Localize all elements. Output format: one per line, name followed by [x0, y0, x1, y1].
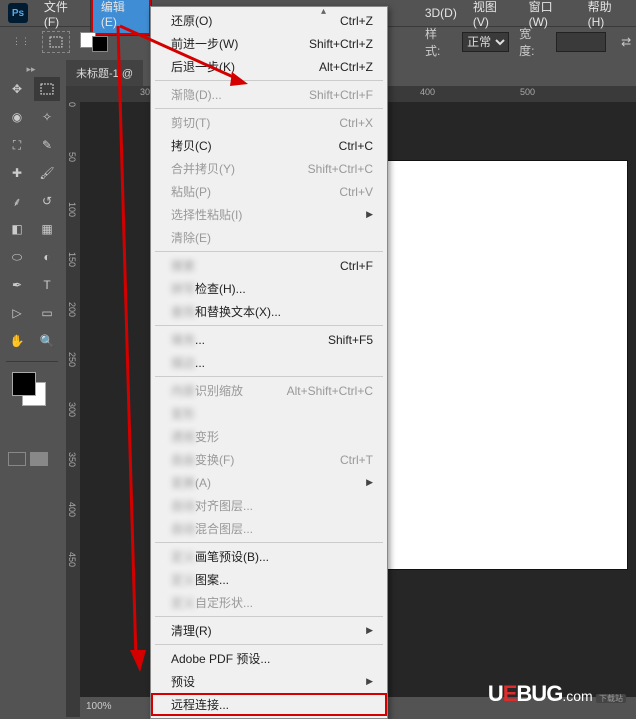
menu-item[interactable]: 定义画笔预设(B)... [151, 545, 387, 568]
menu-file[interactable]: 文件(F) [36, 0, 91, 33]
status-bar: 100% [66, 699, 132, 717]
width-input[interactable] [556, 32, 606, 52]
menu-item: 粘贴(P)Ctrl+V [151, 180, 387, 203]
path-select-tool[interactable]: ▷ [4, 301, 30, 325]
menu-item[interactable]: 定义图案... [151, 568, 387, 591]
menu-item[interactable]: 前进一步(W)Shift+Ctrl+Z [151, 32, 387, 55]
menu-item[interactable]: 拼写检查(H)... [151, 277, 387, 300]
eyedropper-tool[interactable]: ✎ [34, 133, 60, 157]
menu-edit[interactable]: 编辑(E) [91, 0, 151, 35]
style-label: 样式: [425, 25, 452, 59]
zoom-level: 100% [86, 701, 112, 712]
edit-menu-dropdown: ▴ 还原(O)Ctrl+Z前进一步(W)Shift+Ctrl+Z后退一步(K)A… [150, 6, 388, 719]
chevron-right-icon: ▶ [366, 209, 373, 220]
menu-item: 合并拷贝(Y)Shift+Ctrl+C [151, 157, 387, 180]
menu-item: 自动对齐图层... [151, 494, 387, 517]
menu-item[interactable]: 搜索Ctrl+F [151, 254, 387, 277]
hand-tool[interactable]: ✋ [4, 329, 30, 353]
brush-tool[interactable]: 🖌 [34, 161, 60, 185]
stamp-tool[interactable]: ⸙ [4, 189, 30, 213]
menu-item: 定义自定形状... [151, 591, 387, 614]
document-tab[interactable]: 未标题-1 @ [66, 60, 143, 86]
chevron-right-icon: ▶ [366, 625, 373, 636]
gradient-tool[interactable]: ▦ [34, 217, 60, 241]
wand-tool[interactable]: ✧ [34, 105, 60, 129]
watermark: UEBUG.com 下载站 [488, 681, 626, 707]
menu-item[interactable]: 查找和替换文本(X)... [151, 300, 387, 323]
menu-help[interactable]: 帮助(H) [580, 0, 636, 33]
chevron-right-icon: ▶ [366, 477, 373, 488]
move-tool[interactable]: ✥ [4, 77, 30, 101]
menu-item: 自由变换(F)Ctrl+T [151, 448, 387, 471]
pen-tool[interactable]: ✒ [4, 273, 30, 297]
crop-tool[interactable]: ⛶ [4, 133, 30, 157]
dodge-tool[interactable]: ◐ [34, 245, 60, 269]
eraser-tool[interactable]: ◧ [4, 217, 30, 241]
width-label: 宽度: [519, 25, 546, 59]
menu-item[interactable]: Adobe PDF 预设... [151, 647, 387, 670]
marquee-tool-preset[interactable] [42, 31, 70, 53]
menu-item[interactable]: 拷贝(C)Ctrl+C [151, 134, 387, 157]
history-brush-tool[interactable]: ↺ [34, 189, 60, 213]
menu-item[interactable]: 还原(O)Ctrl+Z [151, 9, 387, 32]
menu-item[interactable]: 描边... [151, 351, 387, 374]
menu-item: 内容识别缩放Alt+Shift+Ctrl+C [151, 379, 387, 402]
style-select[interactable]: 正常 [462, 32, 509, 52]
marquee-tool[interactable] [34, 77, 60, 101]
healing-tool[interactable]: ✚ [4, 161, 30, 185]
ps-logo-icon: Ps [8, 3, 28, 23]
edit-mode-toggle[interactable] [2, 452, 62, 466]
menu-item: 自动混合图层... [151, 517, 387, 540]
grip-icon: ▸▸ [2, 64, 60, 75]
type-tool[interactable]: T [34, 273, 60, 297]
menu-item: 选择性粘贴(I)▶ [151, 203, 387, 226]
marquee-icon [49, 36, 63, 48]
boolean-ops[interactable] [80, 32, 108, 52]
shape-tool[interactable]: ▭ [34, 301, 60, 325]
menu-item: 变换(A)▶ [151, 471, 387, 494]
color-swatches[interactable] [12, 372, 52, 412]
menu-item[interactable]: 后退一步(K)Alt+Ctrl+Z [151, 55, 387, 78]
chevron-right-icon: ▶ [366, 676, 373, 687]
foreground-color-swatch[interactable] [12, 372, 36, 396]
blur-tool[interactable]: ⬭ [4, 245, 30, 269]
menu-item: 变形 [151, 402, 387, 425]
menu-item[interactable]: 预设▶ [151, 670, 387, 693]
grip-icon: ⋮⋮ [12, 36, 30, 47]
lasso-tool[interactable]: ◉ [4, 105, 30, 129]
tools-palette: ▸▸ ✥ ◉ ✧ ⛶ ✎ ✚ 🖌 ⸙ ↺ ◧ ▦ ⬭ ◐ ✒ T ▷ ▭ ✋ 🔍 [0, 60, 64, 717]
menu-item: 清除(E) [151, 226, 387, 249]
zoom-tool[interactable]: 🔍 [34, 329, 60, 353]
menu-item[interactable]: 清理(R)▶ [151, 619, 387, 642]
menu-item[interactable]: 填充...Shift+F5 [151, 328, 387, 351]
menu-item: 透视变形 [151, 425, 387, 448]
menu-view[interactable]: 视图(V) [465, 0, 521, 33]
menu-item: 剪切(T)Ctrl+X [151, 111, 387, 134]
menu-item: 渐隐(D)...Shift+Ctrl+F [151, 83, 387, 106]
link-icon[interactable]: ⇄ [616, 32, 636, 52]
menu-3d[interactable]: 3D(D) [417, 2, 465, 24]
document-title: 未标题-1 @ [76, 65, 133, 81]
menu-item[interactable]: 远程连接... [151, 693, 387, 716]
artboard[interactable] [348, 160, 628, 570]
vertical-ruler: 0 50 100 150 200 250 300 350 400 450 [66, 86, 80, 717]
